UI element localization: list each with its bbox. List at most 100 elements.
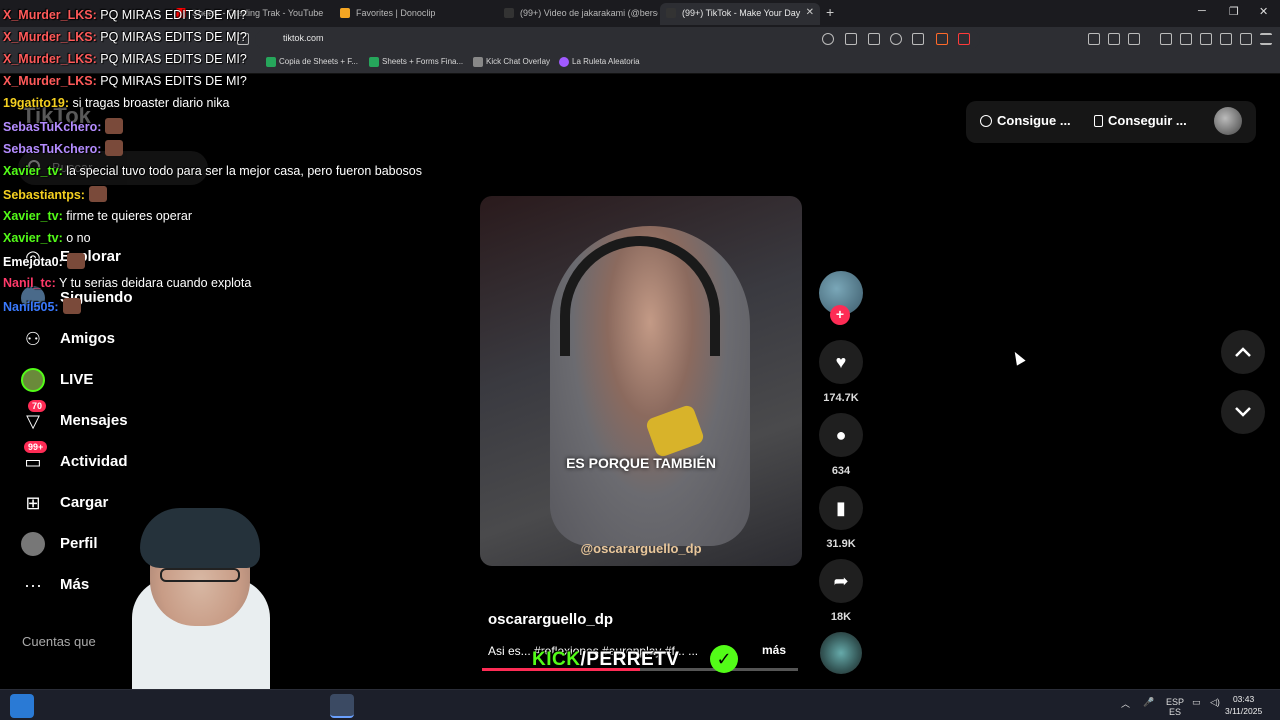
nav-live[interactable]: LIVE [20, 364, 240, 396]
get-app-button[interactable]: Conseguir ... [1094, 113, 1187, 128]
bookmark-icon[interactable]: ▮ [819, 486, 863, 530]
next-video-button[interactable] [1221, 390, 1265, 434]
get-coins-button[interactable]: Consigue ... [980, 113, 1071, 128]
chat-username: X_Murder_LKS: [3, 8, 97, 22]
video-watermark: @oscararguello_dp [580, 541, 702, 556]
upload-icon: ⊞ [25, 492, 41, 513]
roulette-icon [559, 57, 569, 67]
chevron-up-icon [1235, 347, 1251, 357]
emote-icon [105, 140, 124, 156]
chat-username: Emejota0: [3, 255, 63, 269]
creator-username[interactable]: oscararguello_dp [488, 611, 613, 628]
tab-title: (99+) TikTok - Make Your Day [682, 8, 801, 18]
nav-label: Cargar [60, 494, 109, 511]
music-disc-icon[interactable] [820, 632, 862, 674]
share-icon[interactable] [912, 33, 924, 45]
video-caption: ES PORQUE TAMBIÉN [566, 455, 716, 471]
nav-label: Amigos [60, 330, 116, 347]
start-icon[interactable] [10, 694, 34, 718]
steam-icon[interactable] [330, 694, 354, 718]
chat-text: Y tu serias deidara cuando explota [55, 276, 252, 290]
more-link[interactable]: más [762, 643, 786, 657]
chevron-down-icon [1235, 407, 1251, 417]
chat-username: Nanil_tc: [3, 276, 56, 290]
puzzle-icon[interactable] [1108, 33, 1120, 45]
menu-icon[interactable] [1260, 33, 1272, 45]
music-icon[interactable] [1160, 33, 1172, 45]
save-action[interactable]: ▮ 31.9K [818, 486, 864, 550]
chat-username: X_Murder_LKS: [3, 74, 97, 88]
video-player[interactable]: ES PORQUE TAMBIÉN @oscararguello_dp [480, 196, 802, 566]
like-action[interactable]: ♥ 174.7K [818, 340, 864, 404]
media-icon[interactable] [822, 33, 834, 45]
wallet-icon[interactable] [1200, 33, 1212, 45]
language-indicator[interactable]: ESP ES [1166, 697, 1184, 717]
friends-icon: ⚇ [24, 328, 42, 349]
extension-icon[interactable] [1088, 33, 1100, 45]
window-close-icon[interactable]: ✕ [1259, 5, 1268, 18]
tab-title: (99+) Video de jakarakami (@berserk... [520, 8, 658, 18]
rewards-icon[interactable] [958, 33, 970, 45]
vpn-icon[interactable] [1240, 33, 1252, 45]
nav-actividad[interactable]: ▭ 99+ Actividad [20, 441, 240, 478]
zoom-icon[interactable] [890, 33, 902, 45]
previous-video-button[interactable] [1221, 330, 1265, 374]
profile-icon [20, 531, 46, 557]
chat-message: Xavier_tv: firme te quieres operar [3, 209, 192, 223]
streamer-webcam [120, 508, 270, 690]
nav-label: Actividad [60, 453, 128, 470]
chat-username: SebasTuKchero: [3, 120, 102, 134]
sidepanel-icon[interactable] [1128, 33, 1140, 45]
windows-taskbar: ︿ 🎤 ESP ES ▭ ◁) 03:43 3/11/2025 [0, 689, 1280, 720]
tab-tiktok-active[interactable]: (99+) TikTok - Make Your Day ✕ [660, 3, 820, 25]
chat-username: Xavier_tv: [3, 209, 63, 223]
follow-plus-button[interactable]: + [830, 305, 850, 325]
sidebar-icon[interactable] [1180, 33, 1192, 45]
nav-mensajes[interactable]: ▽ 70 Mensajes [20, 400, 240, 437]
chat-text: PQ MIRAS EDITS DE MI? [96, 30, 247, 44]
share-arrow-icon[interactable]: ➦ [819, 559, 863, 603]
tab-tiktok-video[interactable]: (99+) Video de jakarakami (@berserk... [498, 3, 658, 25]
chat-username: 19gatito19: [3, 96, 69, 110]
microphone-icon[interactable]: 🎤 [1143, 697, 1154, 708]
mouse-cursor-icon [1010, 349, 1026, 366]
leo-ai-icon[interactable] [1220, 33, 1232, 45]
kick-channel-brand: KICK/PERRETV [532, 649, 680, 670]
nav-label: Perfil [60, 535, 98, 552]
likes-count: 174.7K [823, 392, 859, 404]
chat-message: X_Murder_LKS: PQ MIRAS EDITS DE MI? [3, 30, 247, 44]
emote-icon [88, 186, 107, 202]
nav-label: Mensajes [60, 412, 128, 429]
verified-check-icon: ✓ [710, 645, 738, 673]
display-icon[interactable]: ▭ [1192, 697, 1201, 708]
top-actions: Consigue ... Conseguir ... [966, 101, 1256, 143]
brave-shield-icon[interactable] [936, 33, 948, 45]
following-accounts-heading: Cuentas que [22, 634, 96, 649]
comment-icon[interactable]: ● [819, 413, 863, 457]
taskbar-clock[interactable]: 03:43 3/11/2025 [1225, 693, 1262, 717]
maximize-icon[interactable]: ❐ [1229, 5, 1239, 18]
nav-amigos[interactable]: ⚇ Amigos [20, 323, 240, 355]
chat-message: X_Murder_LKS: PQ MIRAS EDITS DE MI? [3, 74, 247, 88]
chat-username: SebasTuKchero: [3, 142, 102, 156]
cast-icon[interactable] [845, 33, 857, 45]
chat-message: Nanil_tc: Y tu serias deidara cuando exp… [3, 276, 251, 290]
bookmark-item[interactable]: La Ruleta Aleatoria [559, 57, 640, 67]
chat-text: PQ MIRAS EDITS DE MI? [96, 74, 247, 88]
shares-count: 18K [830, 611, 852, 623]
tray-chevron-up-icon[interactable]: ︿ [1121, 697, 1130, 710]
translate-icon[interactable] [868, 33, 880, 45]
share-action[interactable]: ➦ 18K [818, 559, 864, 623]
user-avatar[interactable] [1214, 107, 1242, 135]
more-icon: ··· [24, 574, 42, 595]
comments-count: 634 [831, 465, 851, 477]
emote-icon [105, 118, 124, 134]
volume-icon[interactable]: ◁) [1210, 697, 1220, 708]
chat-message: Nanil505: [3, 298, 81, 314]
minimize-icon[interactable]: ─ [1198, 5, 1206, 17]
webcam-hair [140, 508, 260, 568]
heart-icon[interactable]: ♥ [819, 340, 863, 384]
close-tab-icon[interactable]: ✕ [806, 3, 814, 23]
comment-action[interactable]: ● 634 [818, 413, 864, 477]
new-tab-button[interactable]: + [826, 4, 834, 20]
